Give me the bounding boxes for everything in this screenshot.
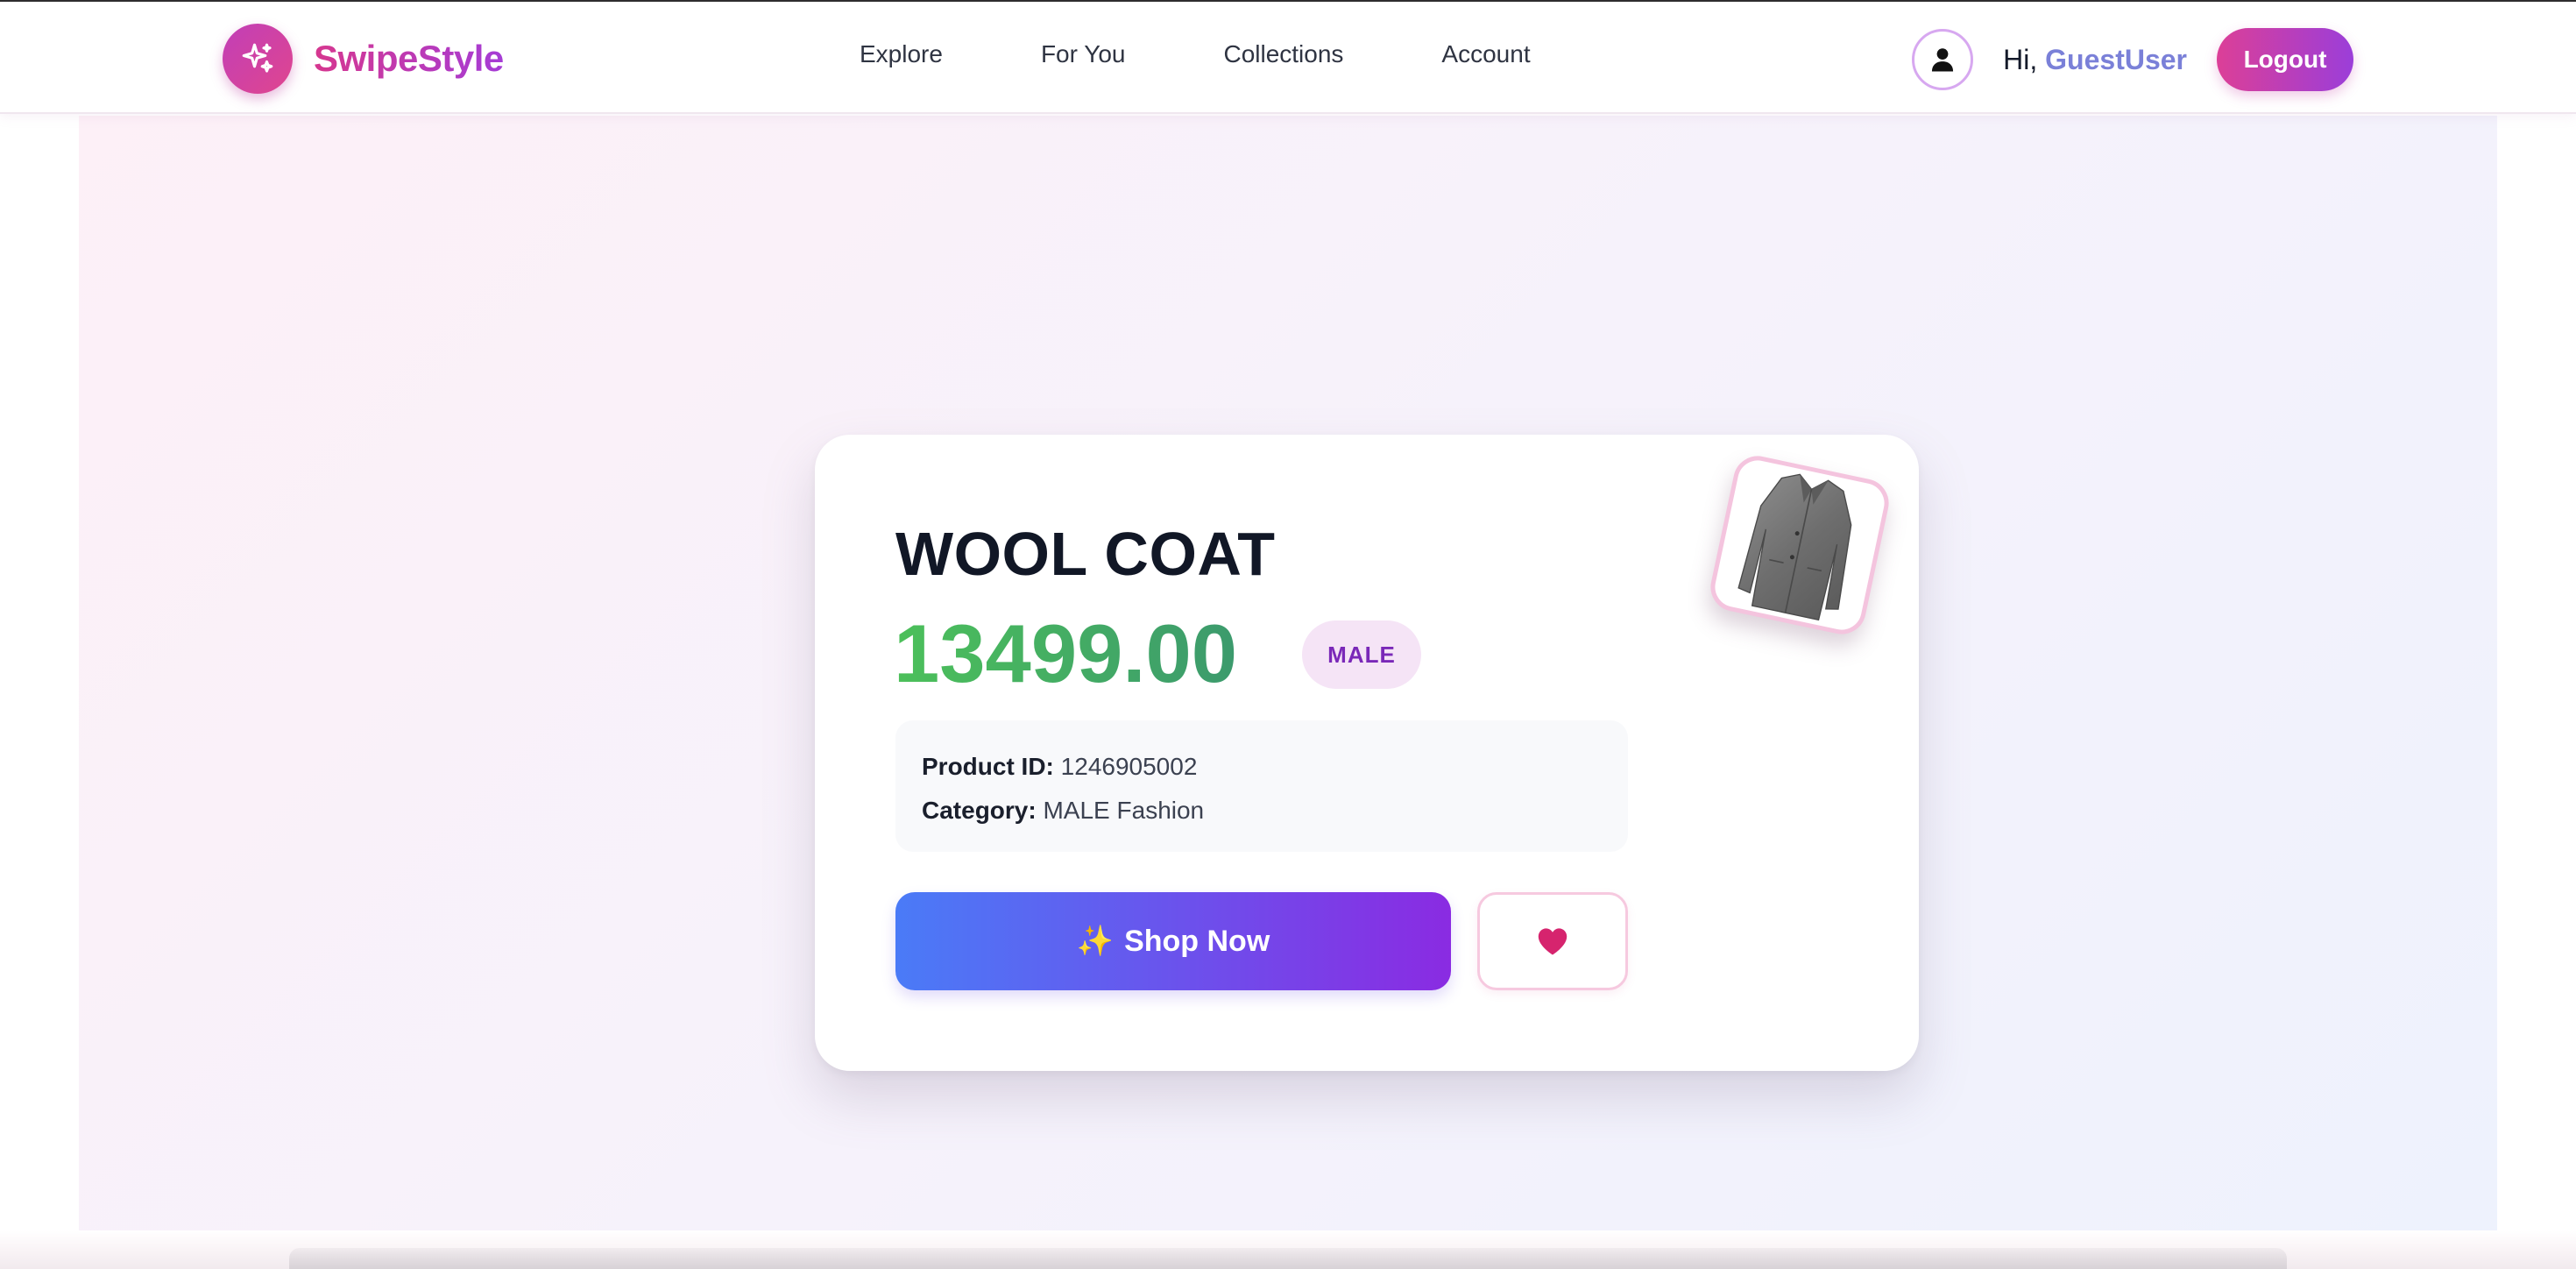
sparkle-icon: ✨ [1076,925,1115,958]
product-card[interactable]: WOOL COAT 13499.00 MALE Product ID: 1246… [815,435,1919,1071]
user-area: Hi, GuestUser Logout [1912,26,2353,93]
nav-collections[interactable]: Collections [1223,40,1343,68]
product-title: WOOL COAT [895,520,1276,588]
gender-badge: MALE [1302,620,1421,689]
product-id-label: Product ID: [922,753,1054,780]
category-value: MALE Fashion [1043,797,1205,824]
nav-for-you[interactable]: For You [1041,40,1126,68]
shop-now-label: Shop Now [1124,924,1270,958]
product-price: 13499.00 [894,607,1238,699]
shop-now-button[interactable]: ✨ Shop Now [895,892,1451,990]
bottom-shadow [289,1248,2287,1269]
product-id-row: Product ID: 1246905002 [922,745,1602,789]
brand-name: SwipeStyle [314,38,504,79]
heart-icon [1538,928,1568,955]
favorite-button[interactable] [1477,892,1628,990]
product-id-value: 1246905002 [1060,753,1198,780]
main-nav: Explore For You Collections Account [860,40,1531,68]
nav-explore[interactable]: Explore [860,40,943,68]
category-row: Category: MALE Fashion [922,789,1602,833]
logout-button[interactable]: Logout [2217,28,2353,91]
username: GuestUser [2045,43,2187,75]
nav-account[interactable]: Account [1441,40,1530,68]
user-avatar-icon[interactable] [1912,29,1974,90]
greeting: Hi, GuestUser [2003,44,2187,76]
greeting-prefix: Hi, [2003,43,2038,75]
category-label: Category: [922,797,1037,824]
sparkles-icon [223,24,293,94]
top-navbar: SwipeStyle Explore For You Collections A… [0,2,2576,114]
product-info-box: Product ID: 1246905002 Category: MALE Fa… [895,720,1628,852]
main-content: WOOL COAT 13499.00 MALE Product ID: 1246… [79,116,2497,1230]
brand[interactable]: SwipeStyle [223,23,504,95]
product-image[interactable] [1706,451,1893,639]
coat-image [1737,473,1852,621]
